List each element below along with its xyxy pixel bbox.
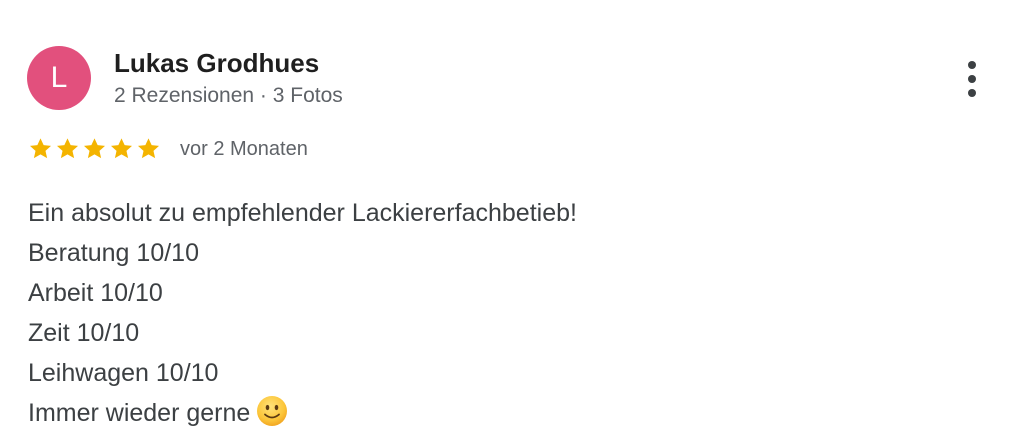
review-line: Arbeit 10/10 bbox=[28, 279, 163, 307]
reviewer-meta[interactable]: 2 Rezensionen · 3 Fotos bbox=[114, 84, 343, 108]
review-line-text: Immer wieder gerne bbox=[28, 399, 251, 427]
more-vert-icon bbox=[968, 61, 976, 69]
review-date: vor 2 Monaten bbox=[180, 137, 308, 160]
review-text: Ein absolut zu empfehlender Lackiererfac… bbox=[28, 193, 577, 433]
rating-row: vor 2 Monaten bbox=[27, 134, 308, 164]
star-icon bbox=[56, 138, 79, 159]
star-icon bbox=[83, 138, 106, 159]
avatar[interactable]: L bbox=[27, 46, 91, 110]
reviewer-name[interactable]: Lukas Grodhues bbox=[114, 48, 319, 79]
star-rating bbox=[27, 136, 162, 162]
slightly-smiling-face-icon bbox=[257, 396, 288, 427]
more-options-button[interactable] bbox=[950, 56, 994, 102]
review-line: Ein absolut zu empfehlender Lackiererfac… bbox=[28, 199, 577, 227]
review-line-last: Immer wieder gerne bbox=[28, 393, 577, 433]
more-vert-icon-dot bbox=[968, 75, 976, 83]
more-vert-icon-dot bbox=[968, 89, 976, 97]
review-card: L Lukas Grodhues 2 Rezensionen · 3 Fotos… bbox=[0, 0, 1024, 434]
star-icon bbox=[137, 138, 160, 159]
star-icon bbox=[29, 138, 52, 159]
review-line: Leihwagen 10/10 bbox=[28, 359, 219, 387]
review-line: Zeit 10/10 bbox=[28, 319, 140, 347]
star-icon bbox=[110, 138, 133, 159]
review-line: Beratung 10/10 bbox=[28, 239, 199, 267]
avatar-letter: L bbox=[50, 61, 68, 94]
